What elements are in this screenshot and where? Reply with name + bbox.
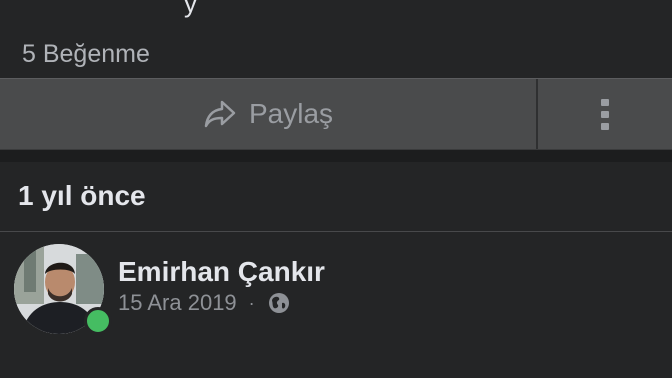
share-arrow-icon bbox=[203, 99, 237, 129]
section-separator bbox=[0, 150, 672, 162]
author-name[interactable]: Emirhan Çankır bbox=[118, 256, 325, 288]
globe-icon bbox=[267, 291, 291, 315]
vertical-ellipsis-icon bbox=[601, 98, 609, 130]
share-label: Paylaş bbox=[248, 98, 334, 129]
time-header: 1 yıl önce bbox=[18, 180, 146, 211]
more-options-button[interactable] bbox=[538, 79, 672, 149]
online-status-indicator bbox=[84, 307, 112, 335]
post-date[interactable]: 15 Ara 2019 bbox=[118, 290, 237, 316]
like-count[interactable]: 5 Beğenme bbox=[22, 40, 150, 69]
cut-off-text: y bbox=[184, 0, 197, 18]
post-meta: 15 Ara 2019 · bbox=[118, 290, 291, 316]
share-button[interactable]: Paylaş bbox=[0, 79, 536, 149]
previous-content-fragment: y bbox=[0, 0, 672, 22]
meta-separator: · bbox=[248, 292, 255, 313]
divider-line bbox=[0, 231, 672, 232]
post-action-bar: Paylaş bbox=[0, 78, 672, 150]
